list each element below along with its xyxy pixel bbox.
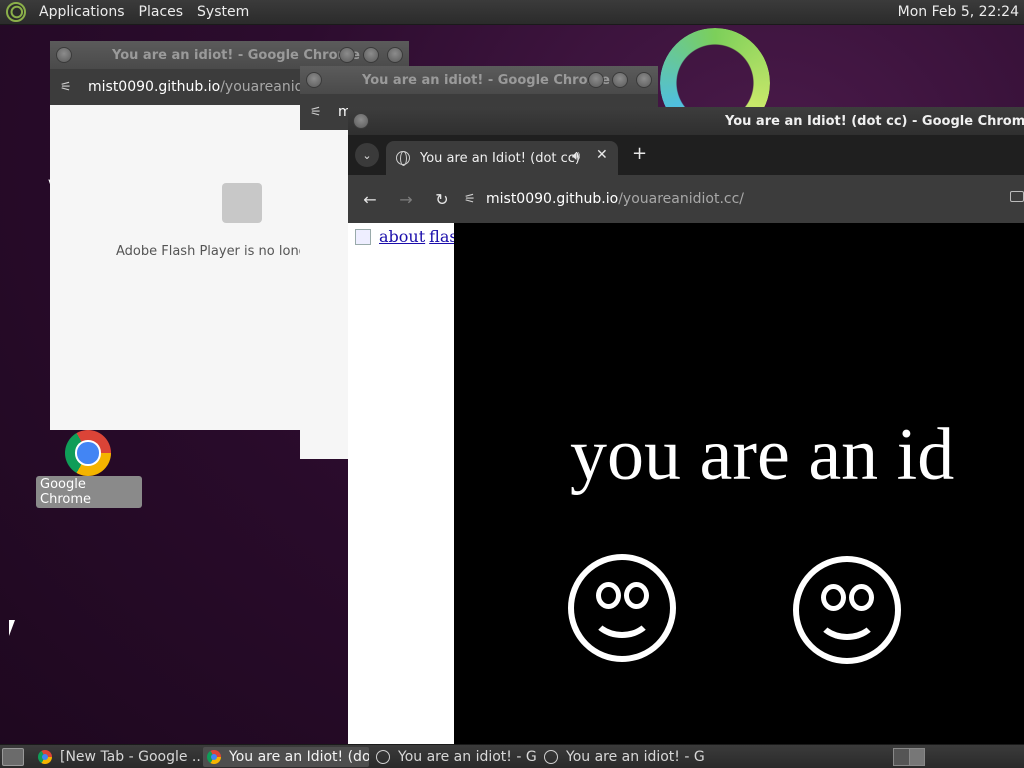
taskbar-item[interactable]: [New Tab - Google ... (34, 747, 200, 767)
taskbar-item-label: You are an idiot! - G... (566, 749, 706, 765)
url-host: mist0090.github.io (486, 191, 619, 207)
mouse-cursor (9, 620, 15, 636)
new-tab-button[interactable]: + (632, 143, 647, 164)
smiley-face-icon (568, 554, 676, 662)
distro-logo-icon[interactable] (6, 2, 26, 22)
desktop-icon-label: Google Chrome (36, 476, 142, 508)
workspace-1[interactable] (894, 749, 910, 765)
window-menu-icon[interactable] (353, 113, 369, 129)
show-desktop-button[interactable] (2, 747, 24, 766)
flash-stage[interactable]: you are an id (454, 223, 1024, 744)
broken-image-icon (355, 228, 371, 245)
puzzle-icon (222, 183, 262, 223)
reload-button[interactable]: ↻ (424, 190, 460, 209)
flash-unsupported-message: Adobe Flash Player is no longe (116, 244, 315, 259)
clock[interactable]: Mon Feb 5, 22:24 (898, 4, 1024, 20)
window-titlebar[interactable]: You are an idiot! - Google Chrome (50, 41, 409, 69)
smiley-mouth (815, 590, 879, 640)
taskbar-item[interactable]: You are an idiot! - G... (372, 747, 538, 767)
taskbar-item-label: You are an idiot! - G... (398, 749, 538, 765)
idiot-headline: you are an id (570, 414, 955, 496)
globe-icon (376, 750, 390, 764)
minimize-icon[interactable] (588, 72, 604, 88)
tab-active[interactable]: You are an Idiot! (dot cc) 🔊︎ ✕ (386, 141, 618, 175)
chrome-icon (38, 750, 52, 764)
menu-system[interactable]: System (190, 4, 256, 20)
maximize-icon[interactable] (363, 47, 379, 63)
smiley-mouth (590, 588, 654, 638)
window-title: You are an Idiot! (dot cc) - Google Chro… (725, 113, 1024, 129)
back-button[interactable]: ← (352, 190, 388, 209)
window-title: You are an idiot! - Google Chrome (112, 47, 360, 63)
browser-window-main[interactable]: You are an Idiot! (dot cc) - Google Chro… (348, 107, 1024, 744)
taskbar-item-label: [New Tab - Google ... (60, 749, 200, 765)
tab-search-button[interactable]: ⌄ (355, 143, 379, 167)
minimize-icon[interactable] (339, 47, 355, 63)
forward-button[interactable]: → (388, 190, 424, 209)
flash-links: about flash (355, 227, 468, 246)
speaker-icon[interactable]: 🔊︎ (572, 149, 580, 164)
taskbar-item[interactable]: You are an idiot! - G... (540, 747, 706, 767)
taskbar-item-label: You are an Idiot! (do... (229, 749, 369, 765)
site-info-icon[interactable]: ⚟ (60, 80, 76, 95)
address-bar[interactable]: mist0090.github.io/youareanidiot.cc/ (486, 191, 744, 207)
url-text[interactable]: mist0090.github.io/youareanidiot. (88, 79, 326, 95)
about-link[interactable]: about (379, 227, 425, 246)
page-content: about flash you are an id (348, 223, 1024, 744)
site-info-icon[interactable]: ⚟ (464, 192, 480, 207)
tab-close-icon[interactable]: ✕ (596, 147, 608, 163)
toolbar: ← → ↻ ⚟ mist0090.github.io/youareanidiot… (348, 175, 1024, 223)
window-title: You are an idiot! - Google Chrome (362, 72, 610, 88)
smiley-face-icon (793, 556, 901, 664)
menu-applications[interactable]: Applications (32, 4, 132, 20)
window-titlebar[interactable]: You are an idiot! - Google Chrome (300, 66, 658, 94)
url-path: /youareanidiot.cc/ (618, 191, 745, 207)
window-menu-icon[interactable] (56, 47, 72, 63)
close-icon[interactable] (636, 72, 652, 88)
maximize-icon[interactable] (612, 72, 628, 88)
globe-icon (396, 151, 410, 166)
menu-places[interactable]: Places (132, 4, 191, 20)
workspace-switcher[interactable] (893, 748, 925, 766)
tab-strip: ⌄ You are an Idiot! (dot cc) 🔊︎ ✕ + (348, 135, 1024, 175)
chrome-icon (65, 430, 111, 476)
close-icon[interactable] (387, 47, 403, 63)
site-info-icon[interactable]: ⚟ (310, 105, 326, 120)
desktop-icon-google-chrome[interactable]: Google Chrome (36, 428, 142, 508)
top-panel: Applications Places System Mon Feb 5, 22… (0, 0, 1024, 25)
chrome-icon (207, 750, 221, 764)
window-menu-icon[interactable] (306, 72, 322, 88)
workspace-2[interactable] (909, 749, 924, 765)
globe-icon (544, 750, 558, 764)
url-host: mist0090.github.io (88, 79, 221, 95)
taskbar: [New Tab - Google ... You are an Idiot! … (0, 744, 1024, 768)
window-titlebar[interactable]: You are an Idiot! (dot cc) - Google Chro… (348, 107, 1024, 135)
taskbar-item[interactable]: You are an Idiot! (do... (203, 747, 369, 767)
chevron-down-icon: ⌄ (362, 148, 372, 162)
camera-blocked-icon[interactable] (1010, 191, 1024, 202)
tab-title: You are an Idiot! (dot cc) (420, 150, 580, 166)
